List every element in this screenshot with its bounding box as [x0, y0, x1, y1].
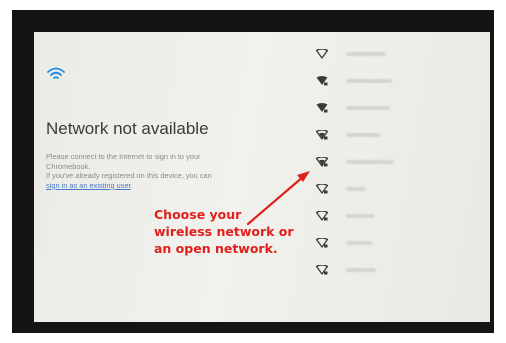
link-suffix: . — [130, 180, 133, 190]
chromebook-screen: Network not available Please connect to … — [34, 32, 490, 322]
network-item[interactable] — [316, 175, 486, 202]
photo-frame: Network not available Please connect to … — [12, 10, 494, 333]
network-item[interactable] — [316, 202, 486, 229]
network-name — [346, 186, 366, 191]
network-item[interactable] — [316, 256, 486, 283]
network-name — [346, 132, 380, 137]
network-name — [346, 78, 392, 83]
callout-annotation: Choose your wireless network or an open … — [154, 206, 294, 257]
network-name — [346, 267, 376, 272]
callout-line: wireless network or — [154, 224, 294, 239]
network-item[interactable] — [316, 229, 486, 256]
wifi-signal-lock-icon — [316, 129, 328, 140]
network-name — [346, 240, 372, 245]
callout-line: Choose your — [154, 207, 242, 222]
network-name — [346, 213, 374, 218]
sign-in-existing-user-link[interactable]: sign in as an existing user — [46, 181, 131, 190]
page-title: Network not available — [46, 119, 209, 138]
wifi-signal-lock-icon — [316, 183, 328, 194]
wifi-signal-icon — [316, 48, 328, 59]
wifi-signal-lock-icon — [316, 156, 328, 167]
network-list — [316, 40, 486, 283]
network-name — [346, 105, 390, 110]
wifi-signal-lock-icon — [316, 75, 328, 85]
network-name — [346, 51, 386, 56]
wifi-icon — [47, 67, 65, 79]
network-item[interactable] — [316, 121, 486, 148]
description-line: Please connect to the Internet to sign i… — [46, 152, 201, 161]
description-line: Chromebook. — [46, 161, 91, 171]
wifi-signal-lock-icon — [316, 210, 328, 221]
network-item[interactable] — [316, 94, 486, 121]
description-line: If you've already registered on this dev… — [46, 171, 212, 181]
wifi-signal-lock-icon — [316, 102, 328, 112]
wifi-signal-lock-icon — [316, 237, 328, 248]
wifi-signal-lock-icon — [316, 264, 328, 275]
network-item[interactable] — [316, 148, 486, 175]
callout-line: an open network. — [154, 241, 278, 256]
network-name — [346, 159, 394, 164]
network-item[interactable] — [316, 67, 486, 94]
network-description: Please connect to the Internet to sign i… — [46, 152, 306, 190]
network-item[interactable] — [316, 40, 486, 67]
